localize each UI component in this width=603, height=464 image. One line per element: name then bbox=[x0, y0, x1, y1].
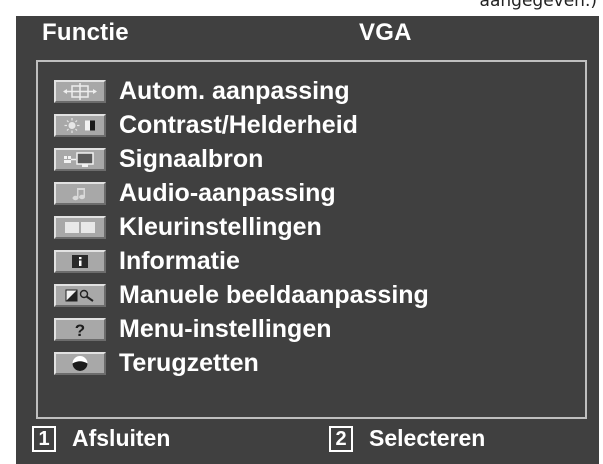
question-mark-icon: ? bbox=[54, 317, 106, 341]
menu-item-label: Signaalbron bbox=[119, 144, 264, 173]
document-text-line: aangegeven.) bbox=[479, 0, 597, 11]
menu-item-label: Kleurinstellingen bbox=[119, 212, 322, 241]
contrast-brightness-icon bbox=[54, 113, 106, 137]
menu-item-label: Audio-aanpassing bbox=[119, 178, 336, 207]
menu-item-input-source[interactable]: Signaalbron bbox=[54, 142, 574, 176]
manual-image-adjust-icon bbox=[54, 283, 106, 307]
document-text-fragment: aangegeven.) bbox=[0, 0, 603, 16]
input-source-icon bbox=[54, 147, 106, 171]
select-hint: 2 Selecteren bbox=[329, 425, 485, 452]
audio-note-icon bbox=[54, 181, 106, 205]
key-1-button[interactable]: 1 bbox=[32, 425, 56, 452]
information-icon bbox=[54, 249, 106, 273]
menu-item-reset[interactable]: Terugzetten bbox=[54, 346, 574, 380]
menu-item-manual-image-adjust[interactable]: Manuele beeldaanpassing bbox=[54, 278, 574, 312]
menu-item-color-settings[interactable]: Kleurinstellingen bbox=[54, 210, 574, 244]
menu-item-contrast-brightness[interactable]: Contrast/Helderheid bbox=[54, 108, 574, 142]
reset-icon bbox=[54, 351, 106, 375]
menu-item-label: Menu-instellingen bbox=[119, 314, 332, 343]
menu-list: Autom. aanpassing Contrast/Helderheid Si… bbox=[36, 60, 587, 419]
select-label: Selecteren bbox=[369, 425, 486, 451]
exit-hint: 1 Afsluiten bbox=[32, 425, 170, 452]
menu-item-audio[interactable]: Audio-aanpassing bbox=[54, 176, 574, 210]
menu-item-label: Contrast/Helderheid bbox=[119, 110, 358, 139]
osd-menu: Functie VGA Autom. aanpassing Contrast/H… bbox=[16, 16, 599, 464]
menu-item-label: Autom. aanpassing bbox=[119, 76, 350, 105]
auto-adjust-icon bbox=[54, 79, 106, 103]
key-2-button[interactable]: 2 bbox=[329, 425, 353, 452]
menu-item-label: Informatie bbox=[119, 246, 240, 275]
color-settings-icon bbox=[54, 215, 106, 239]
input-source-indicator: VGA bbox=[359, 19, 412, 46]
menu-item-information[interactable]: Informatie bbox=[54, 244, 574, 278]
menu-title: Functie bbox=[42, 19, 129, 46]
menu-item-menu-settings[interactable]: ? Menu-instellingen bbox=[54, 312, 574, 346]
menu-item-label: Terugzetten bbox=[119, 348, 259, 377]
exit-label: Afsluiten bbox=[72, 425, 171, 451]
menu-item-label: Manuele beeldaanpassing bbox=[119, 280, 429, 309]
menu-item-auto-adjust[interactable]: Autom. aanpassing bbox=[54, 74, 574, 108]
svg-text:?: ? bbox=[75, 321, 85, 338]
